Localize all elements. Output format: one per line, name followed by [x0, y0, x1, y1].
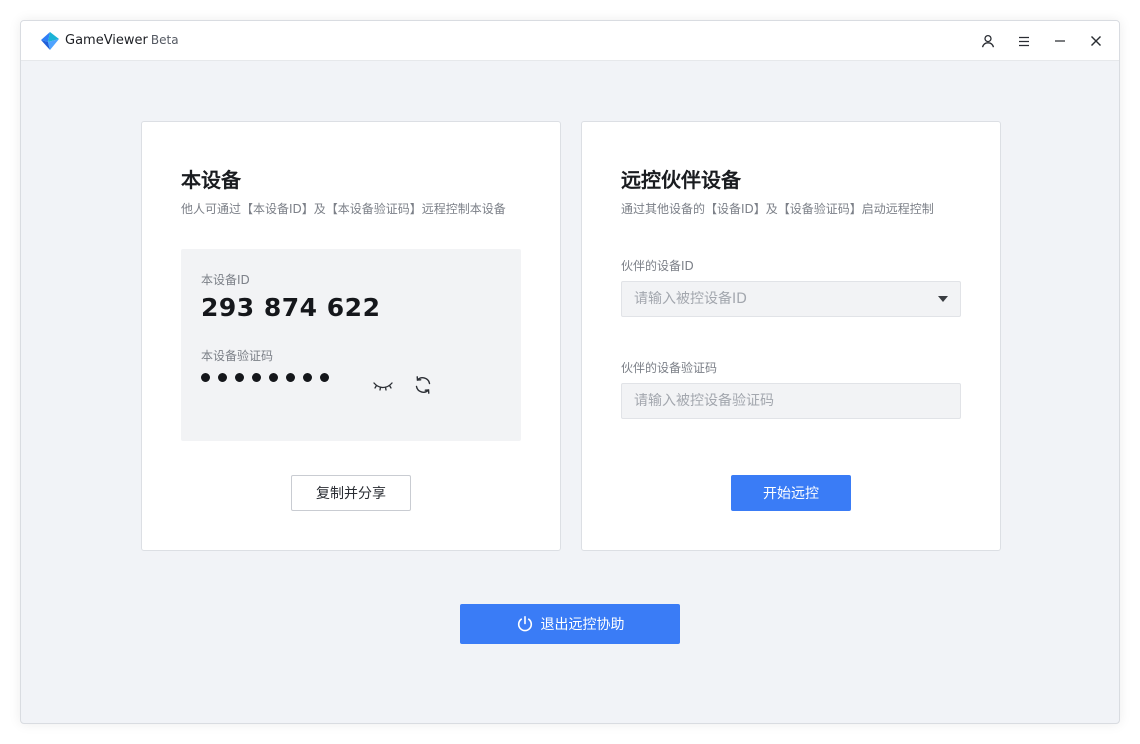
title-bar: GameViewer Beta — [21, 21, 1119, 61]
local-device-card: 本设备 他人可通过【本设备ID】及【本设备验证码】远程控制本设备 本设备ID 2… — [141, 121, 561, 551]
remote-device-title: 远控伙伴设备 — [621, 168, 741, 192]
remote-device-subtitle: 通过其他设备的【设备ID】及【设备验证码】启动远程控制 — [621, 202, 934, 216]
close-icon[interactable] — [1086, 31, 1106, 51]
local-device-info-box: 本设备ID 293 874 622 本设备验证码 — [181, 249, 521, 441]
power-icon — [517, 615, 532, 632]
local-device-title: 本设备 — [181, 168, 241, 192]
partner-code-label: 伙伴的设备验证码 — [621, 361, 718, 375]
exit-remote-assist-label: 退出远控协助 — [540, 617, 625, 633]
device-id-value: 293 874 622 — [201, 293, 381, 322]
app-name: GameViewer — [65, 33, 148, 48]
minimize-icon[interactable] — [1050, 31, 1070, 51]
verification-code-masked — [201, 373, 329, 382]
menu-icon[interactable] — [1014, 31, 1034, 51]
partner-id-field[interactable] — [621, 281, 961, 317]
exit-remote-assist-button[interactable]: 退出远控协助 — [460, 604, 680, 644]
refresh-code-icon[interactable] — [411, 373, 435, 397]
copy-and-share-button[interactable]: 复制并分享 — [291, 475, 411, 511]
user-icon[interactable] — [978, 31, 998, 51]
partner-code-input[interactable] — [634, 393, 948, 409]
local-device-subtitle: 他人可通过【本设备ID】及【本设备验证码】远程控制本设备 — [181, 202, 506, 216]
app-window: GameViewer Beta 本设备 他人可通过【本设备ID】及【本设备验证码… — [20, 20, 1120, 724]
verification-code-label: 本设备验证码 — [201, 349, 274, 363]
partner-id-input[interactable] — [634, 291, 948, 307]
remote-device-card: 远控伙伴设备 通过其他设备的【设备ID】及【设备验证码】启动远程控制 伙伴的设备… — [581, 121, 1001, 551]
partner-id-label: 伙伴的设备ID — [621, 259, 694, 273]
partner-code-field[interactable] — [621, 383, 961, 419]
app-title: GameViewer Beta — [65, 33, 179, 48]
gameviewer-logo-icon — [41, 32, 59, 50]
chevron-down-icon[interactable] — [938, 296, 948, 302]
device-id-label: 本设备ID — [201, 273, 250, 287]
beta-badge: Beta — [150, 33, 179, 47]
show-code-eye-icon[interactable] — [371, 373, 395, 397]
start-remote-button[interactable]: 开始远控 — [731, 475, 851, 511]
